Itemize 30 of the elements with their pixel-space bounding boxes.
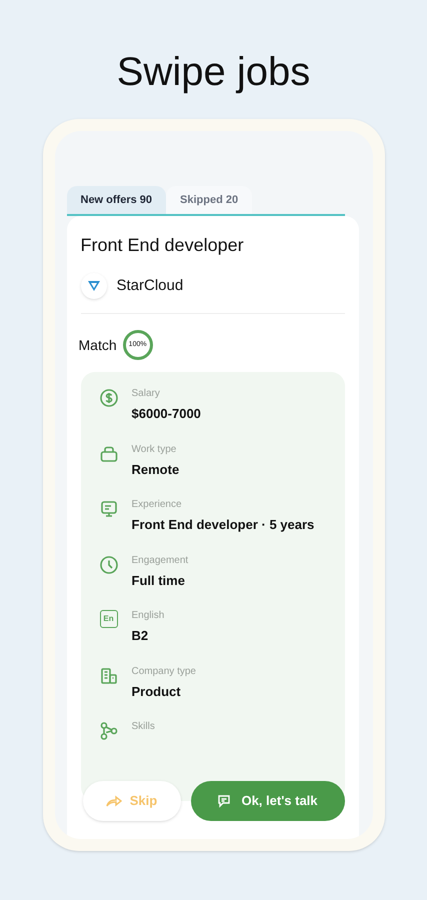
building-icon: [98, 666, 118, 686]
company-name: StarCloud: [116, 276, 184, 296]
detail-value: Front End developer · 5 years: [132, 516, 314, 534]
nodes-icon: [98, 721, 118, 741]
bag-icon: [98, 444, 118, 464]
tab[interactable]: Skipped 20: [166, 186, 252, 214]
chat-icon: [217, 794, 232, 808]
forward-icon: [106, 794, 122, 808]
language-icon: En: [100, 610, 118, 628]
detail-value: Product: [132, 682, 182, 700]
match-label: Match: [78, 336, 117, 354]
clock-icon: [98, 554, 118, 574]
dollar-icon: [98, 388, 118, 408]
detail-label: Company type: [132, 664, 196, 678]
detail-value: Full time: [132, 572, 186, 590]
talk-button[interactable]: Ok, let's talk: [190, 781, 344, 821]
detail-value: $6000-7000: [132, 405, 201, 423]
detail-label: Work type: [132, 442, 178, 456]
detail-label: Experience: [132, 498, 183, 512]
tab[interactable]: New offers 90: [66, 186, 166, 214]
job-title: Front End developer: [80, 234, 245, 257]
monitor-icon: [98, 499, 118, 519]
detail-label: English: [132, 609, 164, 623]
detail-value: B2: [132, 627, 150, 645]
detail-value: Remote: [132, 460, 180, 478]
company-logo: [80, 273, 106, 299]
detail-label: Engagement: [132, 554, 188, 568]
headline: Swipe jobs: [116, 49, 310, 96]
detail-label: Skills: [132, 720, 155, 734]
detail-label: Salary: [132, 387, 161, 401]
